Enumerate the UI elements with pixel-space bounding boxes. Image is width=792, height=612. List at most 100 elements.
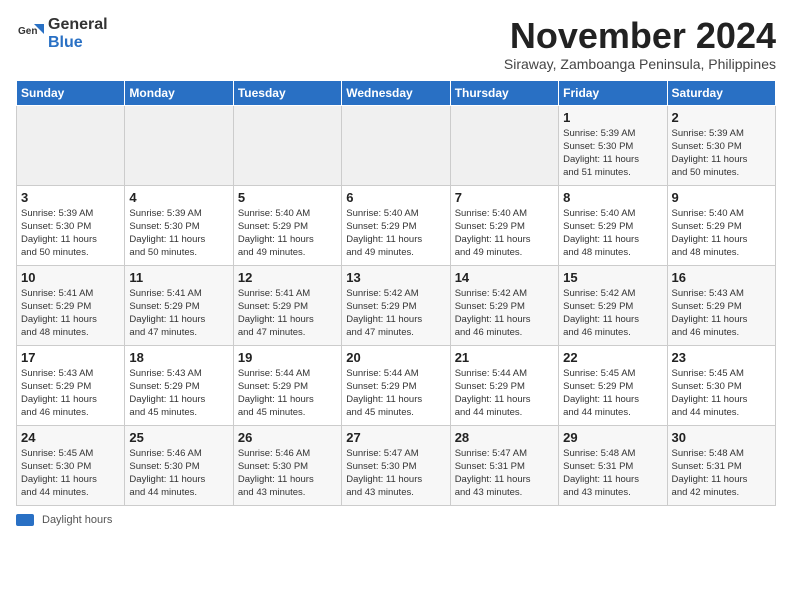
calendar-cell: 28Sunrise: 5:47 AM Sunset: 5:31 PM Dayli… [450,425,558,505]
day-info: Sunrise: 5:46 AM Sunset: 5:30 PM Dayligh… [129,447,228,500]
day-info: Sunrise: 5:42 AM Sunset: 5:29 PM Dayligh… [346,287,445,340]
logo: Gen General Blue [16,16,108,51]
title-area: November 2024 Siraway, Zamboanga Peninsu… [504,16,776,72]
calendar-cell: 16 Sunrise: 5:43 AM Sunset: 5:29 PM Dayli… [667,265,775,345]
day-number: 2 [672,110,771,125]
calendar-cell: 20 Sunrise: 5:44 AM Sunset: 5:29 PM Dayli… [342,345,450,425]
calendar-cell: 3 Sunrise: 5:39 AM Sunset: 5:30 PM Daylig… [17,185,125,265]
logo-general: General [48,16,108,34]
calendar-cell [342,105,450,185]
day-info: Sunrise: 5:48 AM Sunset: 5:31 PM Dayligh… [672,447,771,500]
day-info: Sunrise: 5:40 AM Sunset: 5:29 PM Dayligh… [238,207,337,260]
day-info: Sunrise: 5:39 AM Sunset: 5:30 PM Dayligh… [21,207,120,260]
logo-icon: Gen [16,20,44,48]
calendar-cell: 10 Sunrise: 5:41 AM Sunset: 5:29 PM Dayli… [17,265,125,345]
day-number: 4 [129,190,228,205]
weekday-header-row: SundayMondayTuesdayWednesdayThursdayFrid… [17,80,776,105]
calendar-cell [125,105,233,185]
day-info: Sunrise: 5:40 AM Sunset: 5:29 PM Dayligh… [346,207,445,260]
calendar-cell: 15 Sunrise: 5:42 AM Sunset: 5:29 PM Dayli… [559,265,667,345]
calendar-cell: 14 Sunrise: 5:42 AM Sunset: 5:29 PM Dayli… [450,265,558,345]
day-info: Sunrise: 5:41 AM Sunset: 5:29 PM Dayligh… [21,287,120,340]
calendar-cell: 7Sunrise: 5:40 AM Sunset: 5:29 PM Daylig… [450,185,558,265]
calendar-week-row: 1 Sunrise: 5:39 AM Sunset: 5:30 PM Daylig… [17,105,776,185]
calendar-cell: 13 Sunrise: 5:42 AM Sunset: 5:29 PM Dayli… [342,265,450,345]
calendar-cell: 23 Sunrise: 5:45 AM Sunset: 5:30 PM Dayli… [667,345,775,425]
day-number: 8 [563,190,662,205]
calendar-cell: 4 Sunrise: 5:39 AM Sunset: 5:30 PM Daylig… [125,185,233,265]
day-number: 10 [21,270,120,285]
day-info: Sunrise: 5:45 AM Sunset: 5:30 PM Dayligh… [672,367,771,420]
day-number: 11 [129,270,228,285]
calendar-cell: 6 Sunrise: 5:40 AM Sunset: 5:29 PM Daylig… [342,185,450,265]
day-number: 13 [346,270,445,285]
daylight-label: Daylight hours [42,514,112,526]
day-info: Sunrise: 5:44 AM Sunset: 5:29 PM Dayligh… [455,367,554,420]
day-number: 29 [563,430,662,445]
day-info: Sunrise: 5:43 AM Sunset: 5:29 PM Dayligh… [21,367,120,420]
header: Gen General Blue November 2024 Siraway, … [16,16,776,72]
calendar-cell: 1 Sunrise: 5:39 AM Sunset: 5:30 PM Daylig… [559,105,667,185]
day-info: Sunrise: 5:42 AM Sunset: 5:29 PM Dayligh… [563,287,662,340]
calendar-cell: 8Sunrise: 5:40 AM Sunset: 5:29 PM Daylig… [559,185,667,265]
calendar-week-row: 24 Sunrise: 5:45 AM Sunset: 5:30 PM Dayli… [17,425,776,505]
day-number: 27 [346,430,445,445]
day-info: Sunrise: 5:41 AM Sunset: 5:29 PM Dayligh… [129,287,228,340]
calendar-cell: 26 Sunrise: 5:46 AM Sunset: 5:30 PM Dayli… [233,425,341,505]
calendar-cell: 12Sunrise: 5:41 AM Sunset: 5:29 PM Dayli… [233,265,341,345]
day-info: Sunrise: 5:39 AM Sunset: 5:30 PM Dayligh… [672,127,771,180]
calendar-cell: 19 Sunrise: 5:44 AM Sunset: 5:29 PM Dayli… [233,345,341,425]
month-title: November 2024 [504,16,776,56]
day-info: Sunrise: 5:44 AM Sunset: 5:29 PM Dayligh… [238,367,337,420]
weekday-header-cell: Sunday [17,80,125,105]
svg-text:Gen: Gen [18,26,37,37]
calendar-week-row: 17 Sunrise: 5:43 AM Sunset: 5:29 PM Dayli… [17,345,776,425]
day-number: 5 [238,190,337,205]
day-info: Sunrise: 5:44 AM Sunset: 5:29 PM Dayligh… [346,367,445,420]
day-number: 24 [21,430,120,445]
day-number: 6 [346,190,445,205]
weekday-header-cell: Monday [125,80,233,105]
calendar-cell: 9 Sunrise: 5:40 AM Sunset: 5:29 PM Daylig… [667,185,775,265]
day-number: 22 [563,350,662,365]
subtitle: Siraway, Zamboanga Peninsula, Philippine… [504,56,776,72]
day-info: Sunrise: 5:43 AM Sunset: 5:29 PM Dayligh… [672,287,771,340]
day-number: 1 [563,110,662,125]
day-info: Sunrise: 5:41 AM Sunset: 5:29 PM Dayligh… [238,287,337,340]
calendar-cell: 17 Sunrise: 5:43 AM Sunset: 5:29 PM Dayli… [17,345,125,425]
day-number: 16 [672,270,771,285]
day-info: Sunrise: 5:43 AM Sunset: 5:29 PM Dayligh… [129,367,228,420]
day-info: Sunrise: 5:39 AM Sunset: 5:30 PM Dayligh… [129,207,228,260]
day-number: 19 [238,350,337,365]
day-number: 17 [21,350,120,365]
day-info: Sunrise: 5:40 AM Sunset: 5:29 PM Dayligh… [672,207,771,260]
day-info: Sunrise: 5:40 AM Sunset: 5:29 PM Dayligh… [455,207,554,260]
day-info: Sunrise: 5:46 AM Sunset: 5:30 PM Dayligh… [238,447,337,500]
calendar-cell: 30Sunrise: 5:48 AM Sunset: 5:31 PM Dayli… [667,425,775,505]
day-info: Sunrise: 5:48 AM Sunset: 5:31 PM Dayligh… [563,447,662,500]
calendar-cell: 11 Sunrise: 5:41 AM Sunset: 5:29 PM Dayli… [125,265,233,345]
calendar-week-row: 10 Sunrise: 5:41 AM Sunset: 5:29 PM Dayli… [17,265,776,345]
day-number: 23 [672,350,771,365]
day-number: 14 [455,270,554,285]
day-number: 20 [346,350,445,365]
day-number: 15 [563,270,662,285]
calendar-body: 1 Sunrise: 5:39 AM Sunset: 5:30 PM Daylig… [17,105,776,505]
day-info: Sunrise: 5:42 AM Sunset: 5:29 PM Dayligh… [455,287,554,340]
day-info: Sunrise: 5:45 AM Sunset: 5:30 PM Dayligh… [21,447,120,500]
day-number: 25 [129,430,228,445]
calendar-week-row: 3 Sunrise: 5:39 AM Sunset: 5:30 PM Daylig… [17,185,776,265]
logo-blue: Blue [48,34,108,52]
day-number: 3 [21,190,120,205]
calendar-table: SundayMondayTuesdayWednesdayThursdayFrid… [16,80,776,506]
day-info: Sunrise: 5:39 AM Sunset: 5:30 PM Dayligh… [563,127,662,180]
calendar-cell [450,105,558,185]
calendar-cell: 5 Sunrise: 5:40 AM Sunset: 5:29 PM Daylig… [233,185,341,265]
calendar-cell: 29 Sunrise: 5:48 AM Sunset: 5:31 PM Dayli… [559,425,667,505]
day-number: 26 [238,430,337,445]
weekday-header-cell: Friday [559,80,667,105]
day-info: Sunrise: 5:45 AM Sunset: 5:29 PM Dayligh… [563,367,662,420]
calendar-cell: 25 Sunrise: 5:46 AM Sunset: 5:30 PM Dayli… [125,425,233,505]
weekday-header-cell: Tuesday [233,80,341,105]
day-number: 9 [672,190,771,205]
